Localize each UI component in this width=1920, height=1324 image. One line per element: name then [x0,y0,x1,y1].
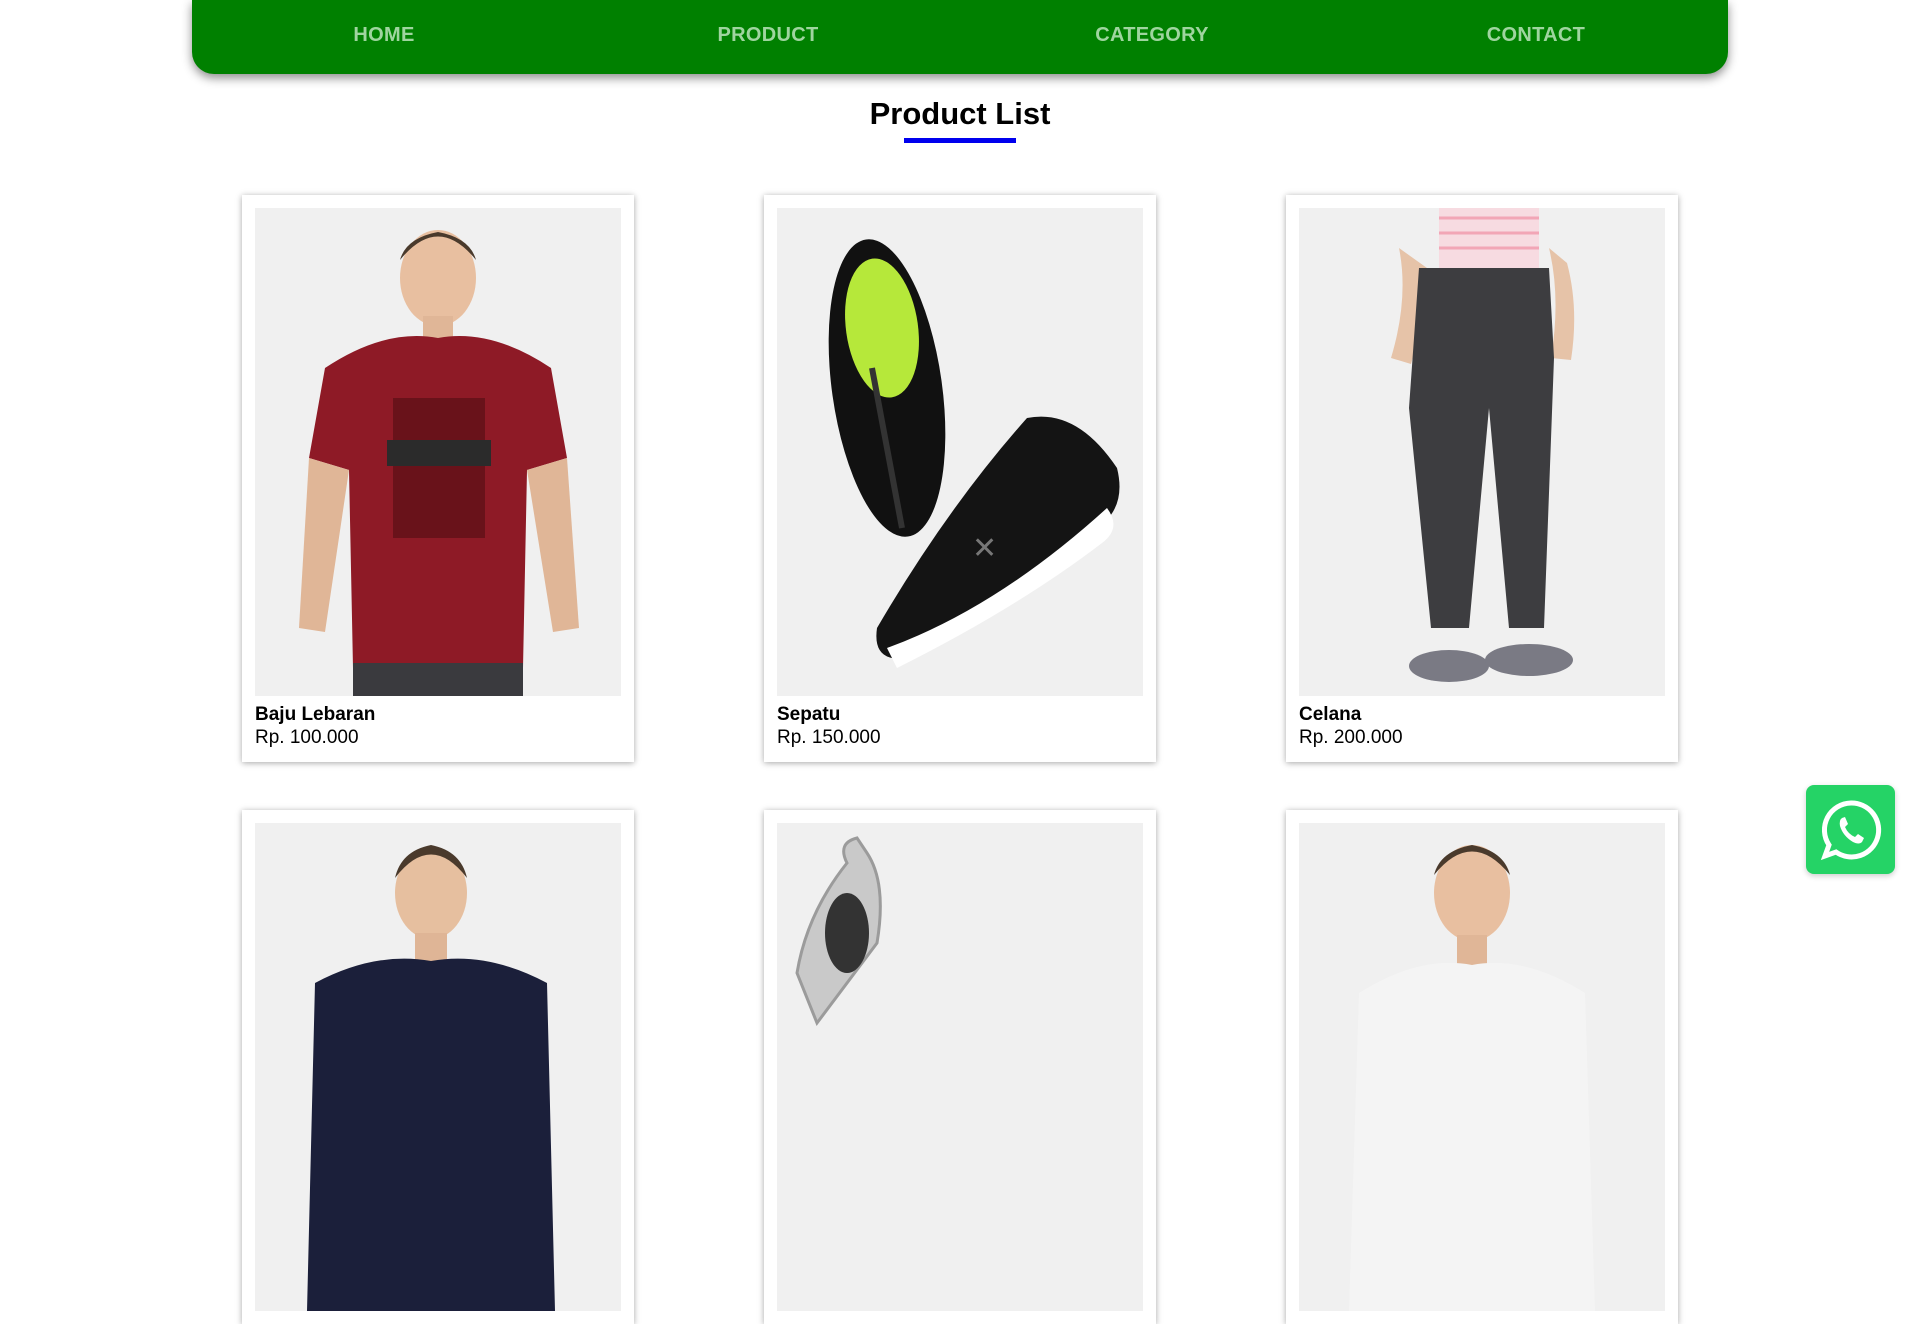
product-image-model[interactable] [1299,823,1665,1311]
product-image-shoes[interactable]: ✕ [777,208,1143,696]
main-navbar: HOME PRODUCT CATEGORY CONTACT [192,0,1728,74]
product-card[interactable] [764,810,1156,1324]
whatsapp-button[interactable] [1806,785,1895,874]
product-card[interactable]: ✕ Sepatu Rp. 150.000 [764,195,1156,762]
product-image-shirt-model[interactable] [255,823,621,1311]
nav-home[interactable]: HOME [192,0,576,47]
product-price: Rp. 100.000 [255,727,359,748]
whatsapp-icon [1820,799,1881,860]
nav-category[interactable]: CATEGORY [960,0,1344,47]
title-underline [904,138,1016,143]
product-name[interactable]: Baju Lebaran [255,703,621,726]
product-name[interactable]: Celana [1299,703,1665,726]
nav-product[interactable]: PRODUCT [576,0,960,47]
product-image-high-top-shoe[interactable] [777,823,1143,1311]
nav-contact[interactable]: CONTACT [1344,0,1728,47]
product-name[interactable]: Sepatu [777,703,1143,726]
page-title: Product List [869,96,1051,131]
svg-text:✕: ✕ [972,531,997,566]
product-card[interactable] [1286,810,1678,1324]
product-image-pants[interactable] [1299,208,1665,696]
product-card[interactable]: Celana Rp. 200.000 [1286,195,1678,762]
product-card[interactable]: Baju Lebaran Rp. 100.000 [242,195,634,762]
product-card[interactable] [242,810,634,1324]
product-price: Rp. 200.000 [1299,727,1403,748]
product-image-tshirt[interactable] [255,208,621,696]
product-price: Rp. 150.000 [777,727,881,748]
